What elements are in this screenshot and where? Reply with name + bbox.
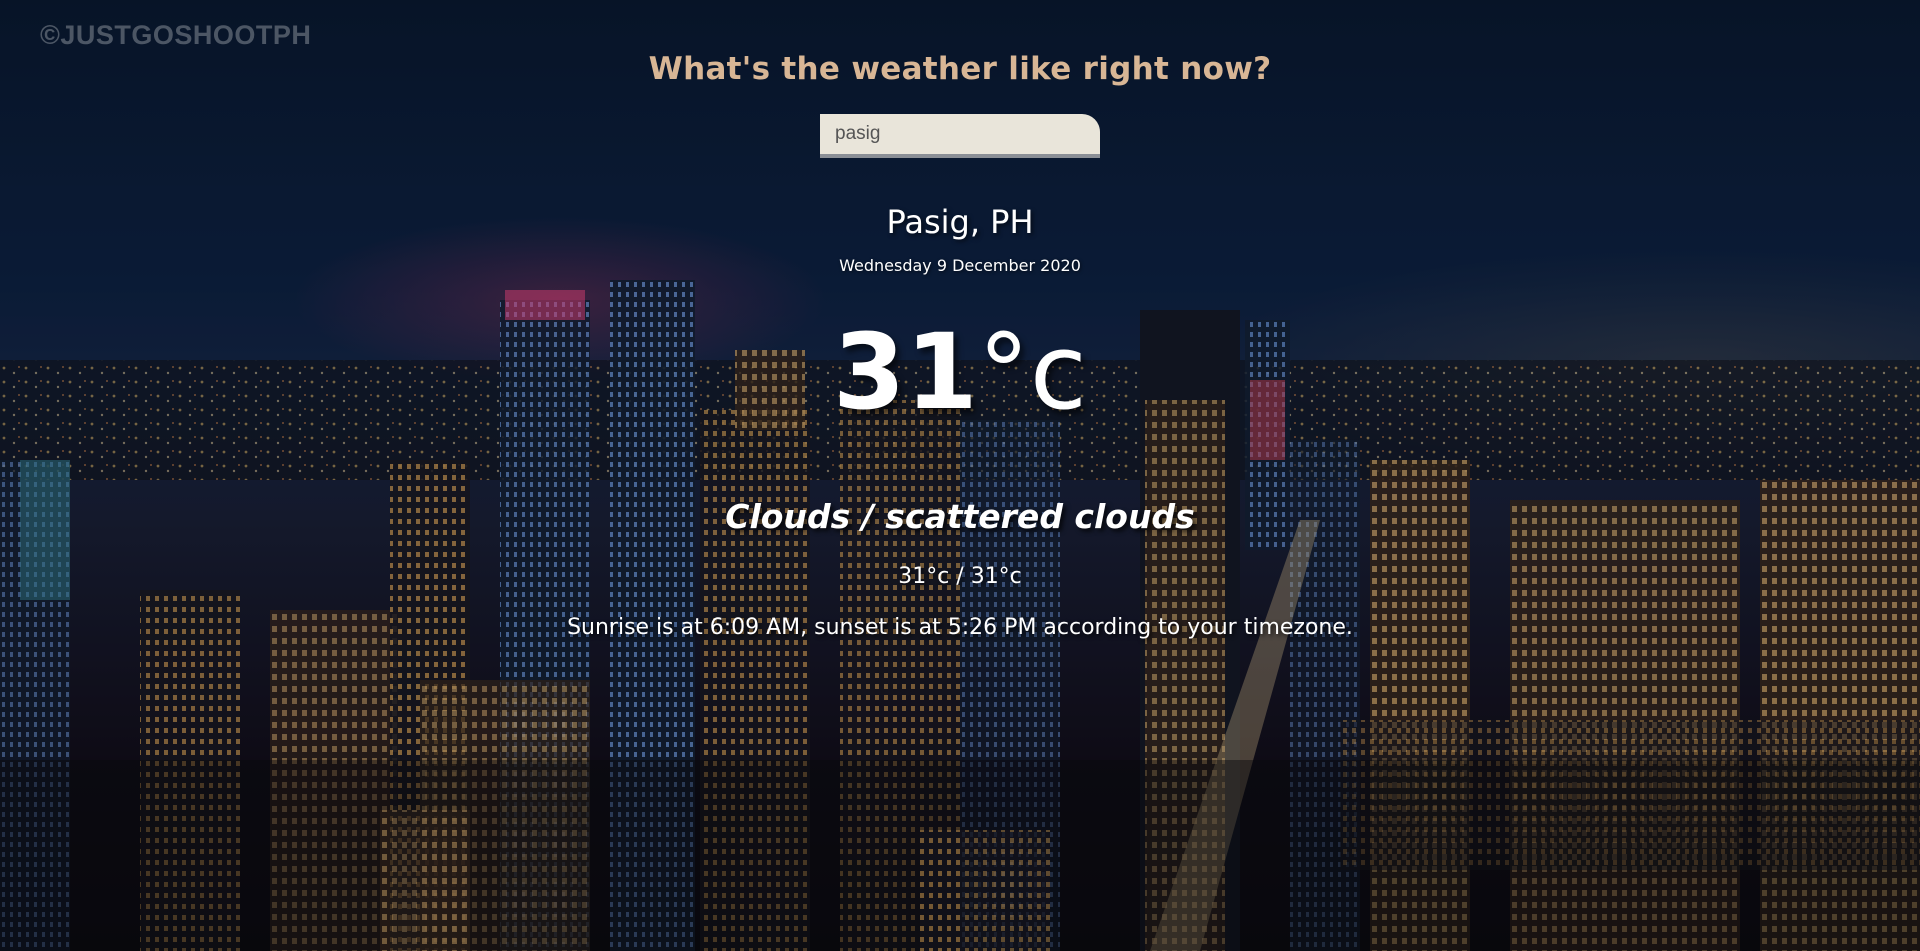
search-input[interactable] [820, 114, 1100, 158]
date-label: Wednesday 9 December 2020 [839, 256, 1081, 275]
sunrise-sunset-info: Sunrise is at 6:09 AM, sunset is at 5:26… [567, 615, 1353, 640]
temperature-value: 31 [833, 311, 978, 433]
search-box [820, 114, 1100, 158]
temperature-range: 31°c / 31°c [898, 564, 1022, 589]
photo-watermark: ©JUSTGOSHOOTPH [40, 20, 312, 50]
weather-condition: Clouds / scattered clouds [725, 497, 1195, 536]
location-label: Pasig, PH [886, 203, 1034, 241]
temperature-unit: °c [977, 311, 1087, 433]
current-temperature: 31°c [0, 320, 1920, 424]
page-title: What's the weather like right now? [648, 51, 1272, 87]
